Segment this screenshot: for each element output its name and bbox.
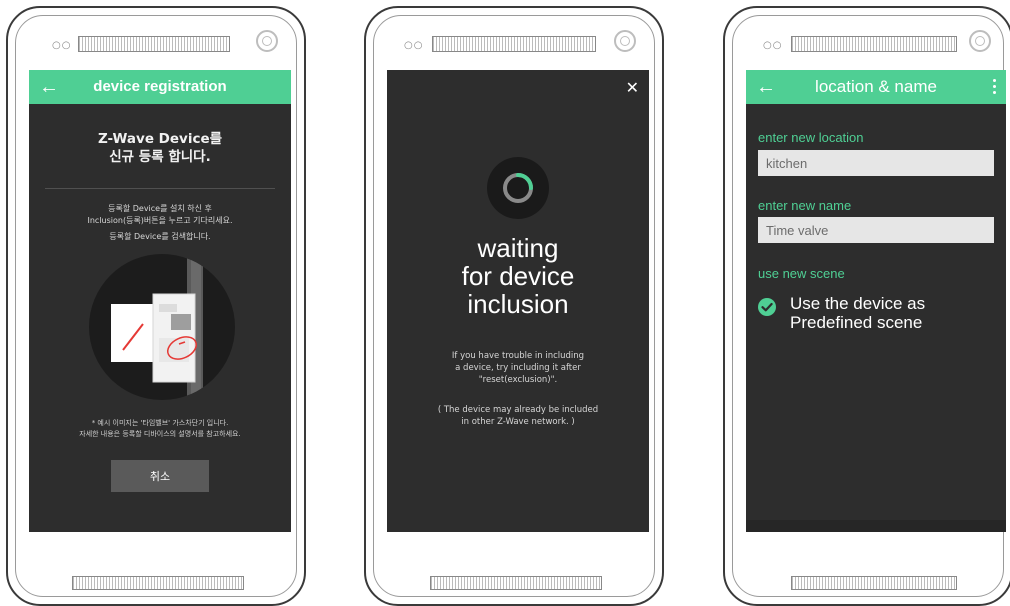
scene-option-line-1: Use the device as xyxy=(790,294,926,313)
scene-option[interactable]: Use the device as Predefined scene xyxy=(758,294,998,334)
earpiece-speaker xyxy=(791,36,957,52)
waiting-screen: ✕ waiting for device inclusion If you ha… xyxy=(387,70,649,532)
front-camera: ○○ xyxy=(52,40,72,51)
example-note: * 예시 이미지는 '타임벨브' 가스차단기 입니다. 자세한 내용은 등록할 … xyxy=(29,418,291,440)
already-line-2: in other Z-Wave network. ) xyxy=(461,417,575,427)
loading-spinner-icon xyxy=(487,157,549,219)
location-app-bar: ← location & name xyxy=(746,70,1006,104)
page-title: location & name xyxy=(815,77,937,96)
bottom-speaker xyxy=(430,576,602,590)
front-camera: ○○ xyxy=(404,40,424,51)
already-line-1: ( The device may already be included xyxy=(437,405,599,415)
registration-app-bar: ← device registration xyxy=(29,70,291,104)
scene-option-line-2: Predefined scene xyxy=(790,313,923,332)
instruction-line-3: 등록할 Device를 검색합니다. xyxy=(109,232,211,241)
check-circle-icon[interactable] xyxy=(758,298,776,316)
waiting-title: waiting for device inclusion xyxy=(387,234,649,318)
trouble-help-text: If you have trouble in including a devic… xyxy=(387,350,649,386)
note-line-1: * 예시 이미지는 '타임벨브' 가스차단기 입니다. xyxy=(91,419,229,427)
device-illustration xyxy=(89,254,235,400)
divider xyxy=(45,188,275,189)
registration-instructions: 등록할 Device를 설치 하신 후 Inclusion(등록)버튼을 누르고… xyxy=(29,203,291,243)
proximity-sensor xyxy=(969,30,991,52)
location-name-screen: ← location & name enter new location ent… xyxy=(746,70,1006,532)
instruction-line-1: 등록할 Device를 설치 하신 후 xyxy=(108,204,212,213)
name-input[interactable] xyxy=(758,217,994,243)
heading-line-1: Z-Wave Device를 xyxy=(97,131,223,147)
earpiece-speaker xyxy=(432,36,596,52)
front-camera: ○○ xyxy=(763,40,783,51)
bottom-bar xyxy=(746,520,1006,532)
proximity-sensor xyxy=(614,30,636,52)
close-icon[interactable]: ✕ xyxy=(626,78,639,97)
note-line-2: 자세한 내용은 등록할 디바이스의 설명서를 참고하세요. xyxy=(79,430,241,438)
waiting-line-2: for device xyxy=(461,261,575,291)
phone-device-registration: ○○ ← device registration Z-Wave Device를 … xyxy=(6,6,306,606)
page-title: device registration xyxy=(93,78,227,95)
trouble-line-3: "reset(exclusion)". xyxy=(478,375,558,385)
instruction-line-2: Inclusion(등록)버튼을 누르고 기다리세요. xyxy=(87,216,233,225)
heading-line-2: 신규 등록 합니다. xyxy=(109,149,211,165)
bottom-speaker xyxy=(72,576,244,590)
waiting-line-3: inclusion xyxy=(467,289,569,319)
phone-waiting-inclusion: ○○ ✕ waiting for device inclusion If you… xyxy=(364,6,664,606)
scene-option-text: Use the device as Predefined scene xyxy=(790,294,925,332)
registration-screen: ← device registration Z-Wave Device를 신규 … xyxy=(29,70,291,532)
location-label: enter new location xyxy=(758,130,864,145)
already-included-text: ( The device may already be included in … xyxy=(387,404,649,428)
bottom-speaker xyxy=(791,576,957,590)
gas-valve-illustration xyxy=(111,254,203,400)
waiting-line-1: waiting xyxy=(477,233,559,263)
phone-location-name: ○○ ← location & name enter new location … xyxy=(723,6,1010,606)
registration-heading: Z-Wave Device를 신규 등록 합니다. xyxy=(29,130,291,166)
cancel-button[interactable]: 취소 xyxy=(111,460,209,492)
trouble-line-1: If you have trouble in including xyxy=(451,351,585,361)
scene-label: use new scene xyxy=(758,266,845,281)
earpiece-speaker xyxy=(78,36,230,52)
name-label: enter new name xyxy=(758,198,852,213)
proximity-sensor xyxy=(256,30,278,52)
more-vert-icon[interactable] xyxy=(993,79,996,97)
trouble-line-2: a device, try including it after xyxy=(455,363,581,373)
location-input[interactable] xyxy=(758,150,994,176)
